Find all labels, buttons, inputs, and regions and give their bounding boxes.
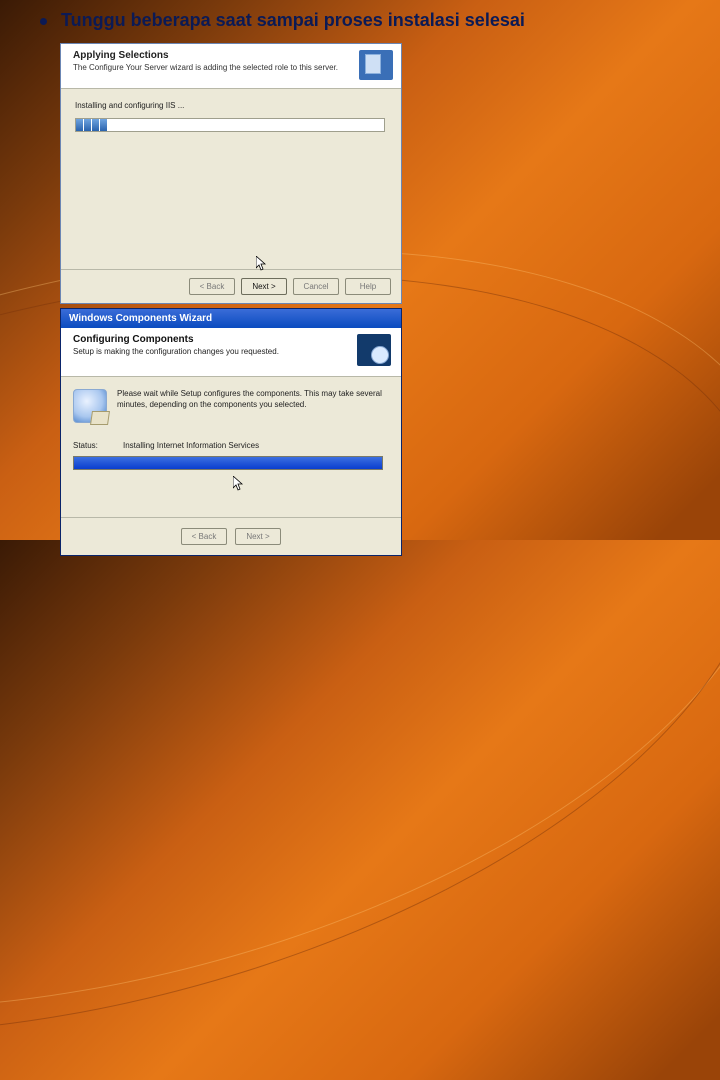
wizard-header: Configuring Components Setup is making t… (61, 328, 401, 377)
back-button: < Back (181, 528, 227, 545)
wizard-title: Configuring Components (73, 334, 279, 345)
wizard-title: Applying Selections (73, 50, 338, 61)
components-icon (357, 334, 391, 366)
help-button[interactable]: Help (345, 278, 391, 295)
server-icon (359, 50, 393, 80)
bullet-dot-icon (40, 18, 47, 25)
bullet-item: Tunggu beberapa saat sampai proses insta… (40, 10, 700, 31)
bullet-text: Tunggu beberapa saat sampai proses insta… (61, 10, 525, 31)
setup-box-icon (73, 389, 107, 423)
next-button[interactable]: Next > (241, 278, 287, 295)
cursor-icon (233, 476, 244, 492)
cancel-button[interactable]: Cancel (293, 278, 339, 295)
next-button: Next > (235, 528, 281, 545)
status-label: Status: (73, 441, 113, 450)
wait-message: Please wait while Setup configures the c… (117, 389, 389, 423)
slide-content: Tunggu beberapa saat sampai proses insta… (0, 0, 720, 556)
status-value: Installing Internet Information Services (123, 441, 259, 450)
wizard-subtitle: Setup is making the configuration change… (73, 347, 279, 356)
progress-bar (75, 118, 385, 132)
windows-components-wizard: Windows Components Wizard Configuring Co… (60, 308, 402, 556)
wizard-subtitle: The Configure Your Server wizard is addi… (73, 63, 338, 72)
wizard-header: Applying Selections The Configure Your S… (61, 44, 401, 89)
back-button: < Back (189, 278, 235, 295)
progress-bar (73, 456, 383, 470)
configure-server-wizard: Applying Selections The Configure Your S… (60, 43, 402, 304)
window-titlebar: Windows Components Wizard (61, 309, 401, 328)
install-status-text: Installing and configuring IIS ... (75, 101, 387, 110)
